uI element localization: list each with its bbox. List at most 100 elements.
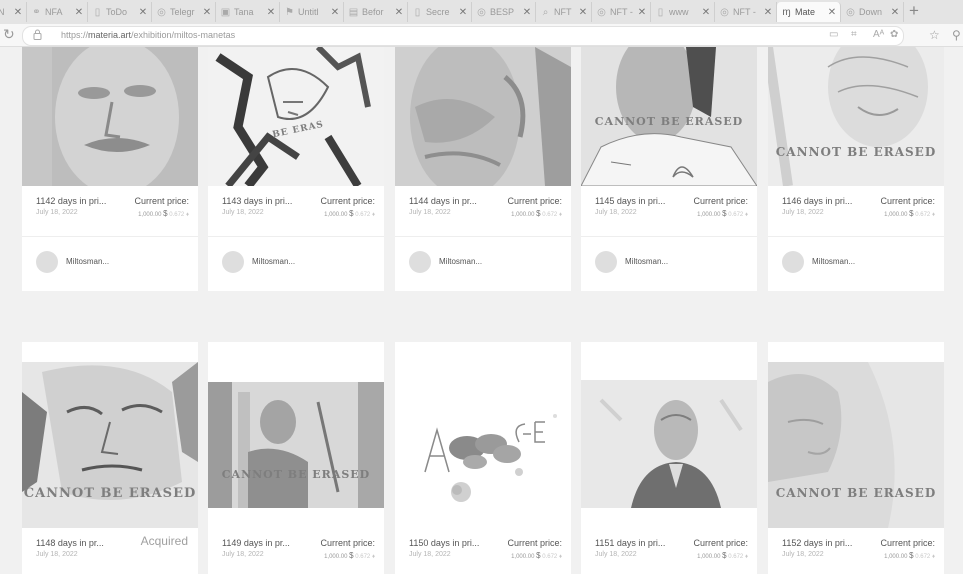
- browser-tab[interactable]: ◎ NFT - ✕: [592, 2, 651, 22]
- extensions-icon[interactable]: ✿: [890, 29, 898, 40]
- browser-tab[interactable]: N✕: [0, 2, 27, 22]
- close-tab-icon[interactable]: ✕: [637, 7, 647, 18]
- browser-tab[interactable]: ⌕ NFT ✕: [536, 2, 592, 22]
- artwork-image[interactable]: CANNOT BE ERASED: [768, 47, 944, 186]
- tab-title: Secre: [426, 7, 450, 17]
- browser-tab-active[interactable]: ɱ Mate ✕: [777, 2, 841, 22]
- browser-tab[interactable]: ⚭ NFA ✕: [27, 2, 88, 22]
- close-tab-icon[interactable]: ✕: [522, 7, 532, 18]
- tab-title: NFA: [45, 7, 63, 17]
- tab-title: Down: [859, 7, 883, 17]
- close-tab-icon[interactable]: ✕: [827, 7, 837, 18]
- close-tab-icon[interactable]: ✕: [890, 7, 900, 18]
- browser-tab[interactable]: ▯ Secre ✕: [408, 2, 472, 22]
- close-tab-icon[interactable]: ✕: [763, 7, 773, 18]
- artwork-portrait: [768, 362, 944, 528]
- artwork-card[interactable]: CANNOT BE ERASED 1149 days in pr... July…: [208, 342, 384, 574]
- close-tab-icon[interactable]: ✕: [202, 7, 212, 18]
- browser-tab[interactable]: ◎ NFT - ✕: [715, 2, 777, 22]
- artwork-card[interactable]: 1150 days in pri... July 18, 2022 Curren…: [395, 342, 571, 574]
- eth-price: 0.672: [915, 212, 931, 218]
- artwork-image[interactable]: [395, 362, 571, 528]
- close-tab-icon[interactable]: ✕: [578, 7, 588, 18]
- browser-tab[interactable]: ◎ BESP ✕: [472, 2, 536, 22]
- owner-row[interactable]: Miltosman...: [22, 237, 198, 287]
- avatar[interactable]: [595, 251, 617, 273]
- tab-title: Mate: [795, 7, 816, 17]
- eth-icon: ♦: [744, 212, 748, 218]
- artwork-image[interactable]: [22, 47, 198, 186]
- dollar-sign: $: [722, 209, 727, 218]
- days-in-price: 1144 days in pr...: [409, 196, 477, 206]
- globe-icon: ◎: [846, 6, 855, 18]
- price-values: 1,000.00 $ 0.672 ♦: [884, 551, 935, 560]
- browser-tab[interactable]: ▯ ToDo ✕: [88, 2, 152, 22]
- owner-name[interactable]: Miltosman...: [439, 257, 482, 266]
- owner-row[interactable]: Miltosman...: [395, 237, 571, 287]
- close-tab-icon[interactable]: ✕: [394, 7, 404, 18]
- grid-icon[interactable]: ⌗: [851, 29, 857, 40]
- close-tab-icon[interactable]: ✕: [13, 7, 23, 18]
- artwork-card[interactable]: 1151 days in pri... July 18, 2022 Curren…: [581, 342, 757, 574]
- browser-tab[interactable]: ◎ Down ✕: [841, 2, 904, 22]
- close-tab-icon[interactable]: ✕: [458, 7, 468, 18]
- artwork-image[interactable]: [395, 47, 571, 186]
- usd-price: 1,000.00: [138, 212, 162, 218]
- avatar[interactable]: [36, 251, 58, 273]
- artwork-image[interactable]: CANNOT BE ERASED: [768, 362, 944, 528]
- close-tab-icon[interactable]: ✕: [266, 7, 276, 18]
- usd-price: 1,000.00: [324, 212, 348, 218]
- artwork-card[interactable]: CANNOT BE ERASED 1146 days in pri... Jul…: [768, 47, 944, 291]
- close-tab-icon[interactable]: ✕: [74, 7, 84, 18]
- artwork-card[interactable]: CANNOT BE ERASED 1145 days in pri... Jul…: [581, 47, 757, 291]
- price-label: Current price:: [134, 196, 189, 206]
- browser-tab[interactable]: ▣ Tana ✕: [216, 2, 280, 22]
- days-in-price: 1146 days in pri...: [782, 196, 853, 206]
- artwork-card[interactable]: 1144 days in pr... July 18, 2022 Current…: [395, 47, 571, 291]
- owner-row[interactable]: Miltosman...: [208, 237, 384, 287]
- close-tab-icon[interactable]: ✕: [330, 7, 340, 18]
- browser-tab[interactable]: ⚑ Untitl ✕: [280, 2, 344, 22]
- artwork-image[interactable]: CANNOT BE ERASED: [581, 47, 757, 186]
- dollar-sign: $: [536, 209, 541, 218]
- reload-icon[interactable]: ↻: [3, 26, 15, 43]
- browser-toolbar: ↻ https://materia.art/exhibition/miltos-…: [0, 24, 963, 47]
- artwork-image[interactable]: CANNOT BE ERASED: [208, 382, 384, 508]
- tab-title: Tana: [234, 7, 254, 17]
- browser-tab[interactable]: ▤ Befor ✕: [344, 2, 408, 22]
- artwork-card[interactable]: BE ERAS 1143 days in pri... July 18, 202…: [208, 47, 384, 291]
- artwork-card[interactable]: CANNOT BE ERASED 1148 days in pr... July…: [22, 342, 198, 574]
- tab-title: NFT -: [610, 7, 633, 17]
- usd-price: 1,000.00: [511, 212, 535, 218]
- artwork-card[interactable]: 1142 days in pri... July 18, 2022 Curren…: [22, 47, 198, 291]
- address-bar[interactable]: https://materia.art/exhibition/miltos-ma…: [22, 26, 904, 46]
- collections-icon[interactable]: ⚲: [952, 28, 961, 42]
- close-tab-icon[interactable]: ✕: [701, 7, 711, 18]
- read-aloud-icon[interactable]: Aᴬ: [873, 29, 884, 40]
- artwork-card[interactable]: CANNOT BE ERASED 1152 days in pri... Jul…: [768, 342, 944, 574]
- browser-tab[interactable]: ◎ Telegr ✕: [152, 2, 216, 22]
- owner-name[interactable]: Miltosman...: [252, 257, 295, 266]
- owner-row[interactable]: Miltosman...: [768, 237, 944, 287]
- avatar[interactable]: [409, 251, 431, 273]
- avatar[interactable]: [782, 251, 804, 273]
- close-tab-icon[interactable]: ✕: [138, 7, 148, 18]
- artwork-portrait: [581, 380, 757, 508]
- artwork-portrait: [22, 47, 198, 186]
- owner-name[interactable]: Miltosman...: [625, 257, 668, 266]
- eth-price: 0.672: [728, 554, 744, 560]
- screen-icon[interactable]: ▭: [829, 29, 838, 40]
- new-tab-icon[interactable]: +: [904, 1, 924, 21]
- owner-row[interactable]: Miltosman...: [581, 237, 757, 287]
- card-info: 1148 days in pr... July 18, 2022 Acquire…: [22, 528, 198, 572]
- owner-name[interactable]: Miltosman...: [812, 257, 855, 266]
- price-label: Current price:: [693, 196, 748, 206]
- eth-price: 0.672: [355, 554, 371, 560]
- avatar[interactable]: [222, 251, 244, 273]
- artwork-image[interactable]: [581, 380, 757, 508]
- star-icon[interactable]: ☆: [929, 28, 940, 42]
- owner-name[interactable]: Miltosman...: [66, 257, 109, 266]
- artwork-image[interactable]: BE ERAS: [208, 47, 384, 186]
- browser-tab[interactable]: ▯ www ✕: [651, 2, 715, 22]
- artwork-image[interactable]: CANNOT BE ERASED: [22, 362, 198, 528]
